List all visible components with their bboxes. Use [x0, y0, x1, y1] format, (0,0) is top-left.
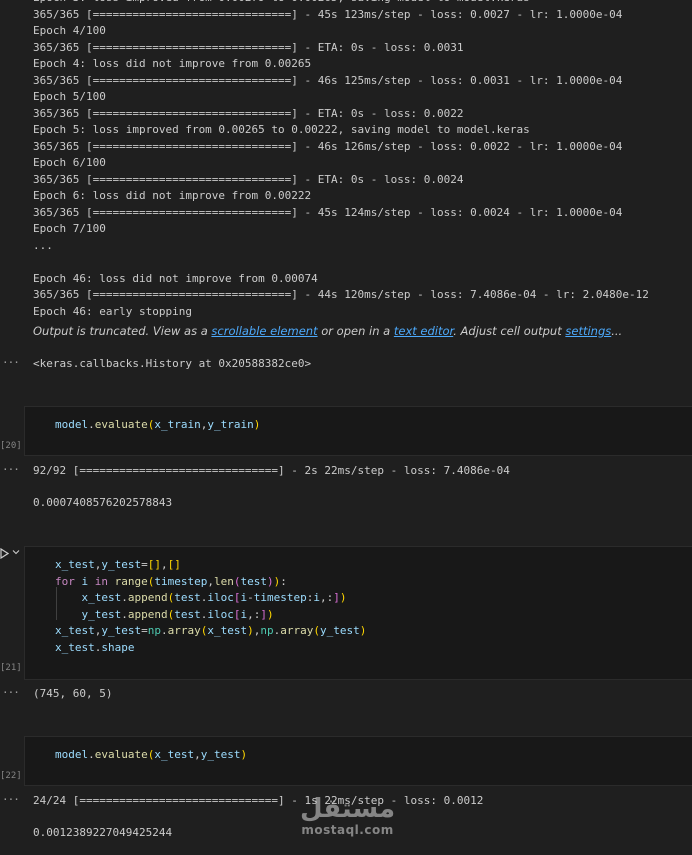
output-menu-icon[interactable]: ···: [2, 686, 20, 699]
output-menu-icon[interactable]: ···: [2, 793, 20, 806]
execution-count: [20]: [0, 441, 22, 451]
log-line: Epoch 6/100: [33, 156, 106, 169]
log-line: ...: [33, 238, 53, 252]
play-icon[interactable]: [0, 547, 10, 562]
cell-output-value: (745, 60, 5): [33, 687, 113, 700]
output-menu-icon[interactable]: ···: [2, 356, 20, 369]
log-line: Epoch 4/100: [33, 24, 106, 37]
log-line: Epoch 46: loss did not improve from 0.00…: [33, 271, 318, 285]
log-line: 365/365 [==============================]…: [33, 73, 623, 87]
log-line: Epoch 5: loss improved from 0.00265 to 0…: [33, 123, 530, 136]
log-line: 365/365 [==============================]…: [33, 172, 464, 186]
cell-output-progress: 92/92 [==============================] -…: [33, 464, 510, 477]
log-line: 365/365 [==============================]…: [33, 40, 464, 54]
truncation-notice: Output is truncated. View as a scrollabl…: [33, 324, 623, 338]
log-line: 365/365 [==============================]…: [33, 7, 623, 21]
code-editor[interactable]: model.evaluate(x_test,y_test): [55, 747, 247, 764]
log-line: Epoch 5/100: [33, 90, 106, 103]
code-cell-21[interactable]: x_test,y_test=[],[] for i in range(times…: [24, 546, 692, 680]
log-line: Epoch 4: loss did not improve from 0.002…: [33, 57, 312, 70]
cell-output-progress: 24/24 [==============================] -…: [33, 794, 484, 807]
code-cell-20[interactable]: model.evaluate(x_train,y_train): [24, 406, 692, 456]
chevron-down-icon[interactable]: [12, 548, 20, 559]
log-line: 365/365 [==============================]…: [33, 139, 623, 153]
code-editor[interactable]: model.evaluate(x_train,y_train): [55, 417, 260, 434]
training-log: Epoch 3: loss improved from 0.00279 to 0…: [33, 0, 649, 320]
settings-link[interactable]: settings: [565, 324, 611, 338]
mostaql-watermark-logo: مستقل mostaql.com: [300, 794, 396, 837]
cell-output-value: 0.0007408576202578843: [33, 496, 173, 509]
code-cell-22[interactable]: model.evaluate(x_test,y_test): [24, 736, 692, 786]
output-menu-icon[interactable]: ···: [2, 463, 20, 476]
history-output: <keras.callbacks.History at 0x20588382ce…: [33, 357, 312, 370]
log-line: 365/365 [==============================]…: [33, 288, 649, 301]
execution-count: [21]: [0, 663, 22, 673]
log-line: 365/365 [==============================]…: [33, 205, 623, 219]
text-editor-link[interactable]: text editor: [394, 324, 453, 338]
scrollable-element-link[interactable]: scrollable element: [211, 324, 317, 338]
log-line: Epoch 6: loss did not improve from 0.002…: [33, 189, 312, 202]
cell-output-value: 0.0012389227049425244: [33, 826, 173, 839]
log-line: Epoch 46: early stopping: [33, 304, 192, 318]
code-editor[interactable]: x_test,y_test=[],[] for i in range(times…: [55, 557, 366, 656]
log-line: 365/365 [==============================]…: [33, 106, 464, 120]
execution-count: [22]: [0, 771, 22, 781]
log-line: Epoch 7/100: [33, 222, 106, 235]
